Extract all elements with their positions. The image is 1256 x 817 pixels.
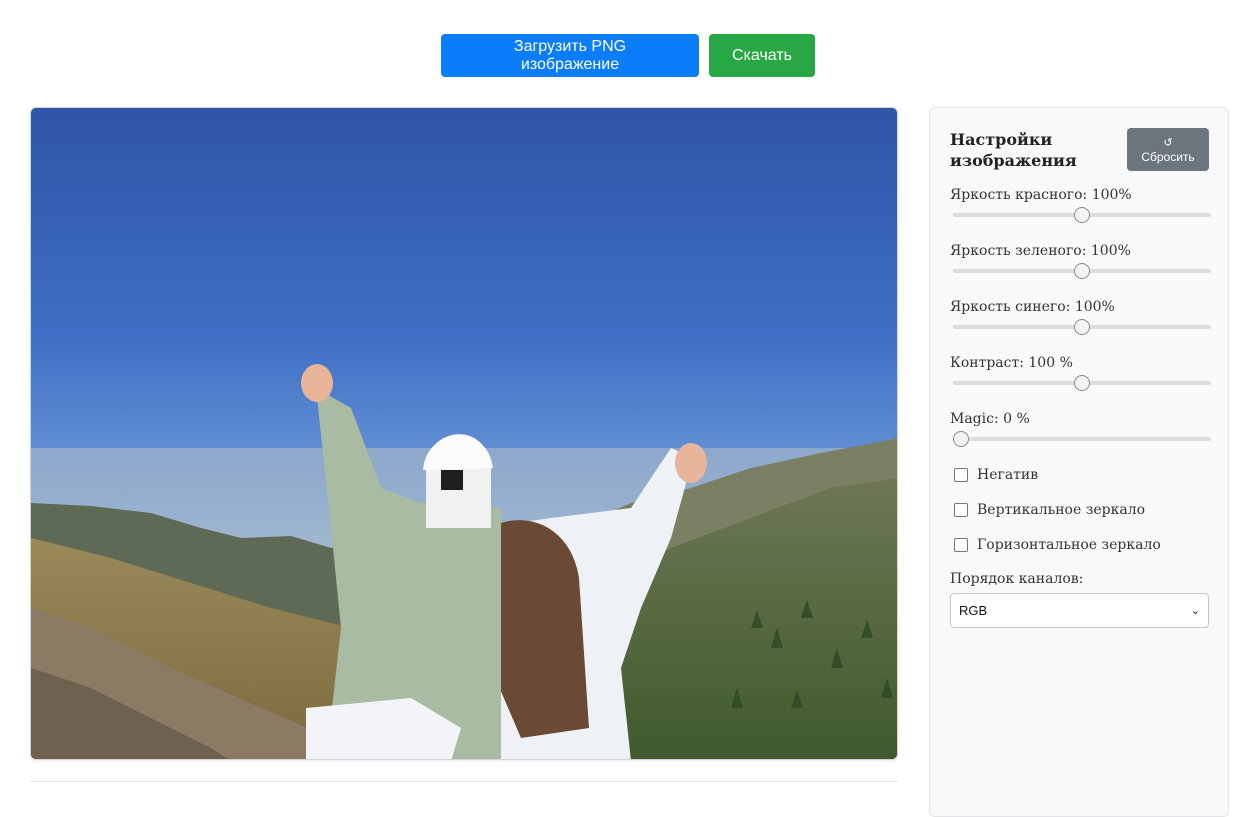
slider-contrast: Контраст: 100 %: [950, 353, 1212, 391]
slider-magic: Magic: 0 %: [950, 409, 1212, 447]
slider-blue: Яркость синего: 100%: [950, 297, 1212, 335]
chevron-down-icon: ⌄: [1190, 605, 1200, 617]
slider-thumb[interactable]: [1074, 263, 1090, 279]
toolbar: Загрузить PNG изображение Скачать: [0, 34, 1256, 77]
download-button[interactable]: Скачать: [709, 34, 815, 77]
slider-track[interactable]: [953, 431, 1211, 447]
channel-order-select[interactable]: RGB ⌄: [950, 593, 1209, 628]
negative-checkbox[interactable]: [954, 468, 968, 482]
settings-panel: Настройки изображения ↺ Сбросить Яркость…: [929, 107, 1229, 817]
slider-thumb[interactable]: [1074, 319, 1090, 335]
slider-label: Контраст: 100 %: [950, 355, 1073, 371]
vertical-mirror-label: Вертикальное зеркало: [977, 502, 1146, 518]
slider-red: Яркость красного: 100%: [950, 185, 1212, 223]
horizontal-mirror-label: Горизонтальное зеркало: [977, 537, 1161, 553]
slider-thumb[interactable]: [1074, 375, 1090, 391]
slider-track[interactable]: [953, 207, 1211, 223]
reset-icon: ↺: [1163, 136, 1173, 149]
negative-label: Негатив: [977, 467, 1039, 483]
reset-label: Сбросить: [1141, 149, 1195, 164]
vertical-mirror-checkbox-row[interactable]: Вертикальное зеркало: [954, 502, 1145, 518]
image-preview: [30, 107, 898, 760]
slider-label: Яркость красного: 100%: [950, 187, 1132, 203]
panel-title: Настройки изображения: [950, 130, 1077, 170]
slider-thumb[interactable]: [953, 431, 969, 447]
slider-green: Яркость зеленого: 100%: [950, 241, 1212, 279]
slider-label: Magic: 0 %: [950, 411, 1030, 427]
slider-track[interactable]: [953, 319, 1211, 335]
slider-label: Яркость синего: 100%: [950, 299, 1115, 315]
slider-track[interactable]: [953, 375, 1211, 391]
vertical-mirror-checkbox[interactable]: [954, 503, 968, 517]
slider-label: Яркость зеленого: 100%: [950, 243, 1131, 259]
negative-checkbox-row[interactable]: Негатив: [954, 467, 1038, 483]
photo-mountain-couple: [31, 108, 897, 759]
reset-button[interactable]: ↺ Сбросить: [1127, 128, 1209, 171]
slider-thumb[interactable]: [1074, 207, 1090, 223]
slider-track[interactable]: [953, 263, 1211, 279]
channel-order-label: Порядок каналов:: [950, 571, 1084, 587]
channel-order-value: RGB: [959, 603, 988, 618]
divider: [30, 781, 898, 782]
upload-png-button[interactable]: Загрузить PNG изображение: [441, 34, 699, 77]
horizontal-mirror-checkbox[interactable]: [954, 538, 968, 552]
horizontal-mirror-checkbox-row[interactable]: Горизонтальное зеркало: [954, 537, 1161, 553]
